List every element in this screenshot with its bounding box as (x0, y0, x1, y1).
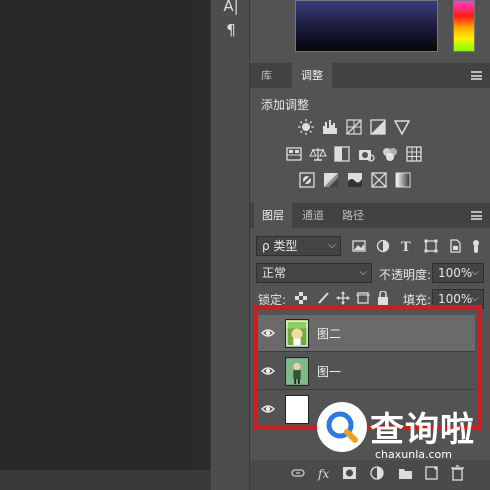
watermark-title: 查询啦 (370, 410, 475, 450)
adjustments-menu-icon[interactable] (471, 71, 482, 80)
character-icon-label: A| (223, 0, 239, 15)
fill-value: 100% (438, 292, 473, 306)
filter-smart-object-icon[interactable] (450, 239, 461, 253)
lock-move-icon[interactable] (336, 291, 350, 305)
filter-adjustment-icon[interactable] (376, 239, 390, 253)
adjustments-tabbar: 库 调整 (250, 63, 490, 88)
color-lookup-icon[interactable] (406, 146, 422, 162)
filter-type-icon[interactable]: T (401, 240, 411, 253)
blend-mode-value: 正常 (262, 266, 287, 280)
brightness-icon[interactable] (298, 119, 314, 135)
lock-all-icon[interactable] (378, 291, 388, 305)
opacity-label: 不透明度: (379, 268, 432, 282)
character-panel-icon[interactable]: A| (211, 0, 251, 15)
hue-saturation-icon[interactable] (286, 147, 302, 161)
layers-tabbar: 图层 通道 路径 (250, 203, 490, 228)
threshold-icon[interactable] (348, 173, 362, 187)
tab-paths[interactable]: 路径 (334, 203, 372, 228)
paragraph-icon-label: ¶ (226, 21, 236, 39)
paragraph-panel-icon[interactable]: ¶ (211, 21, 251, 39)
tab-channels-label: 通道 (302, 209, 324, 222)
exposure-icon[interactable] (370, 119, 386, 135)
link-layers-icon[interactable] (291, 469, 305, 477)
lock-icons (295, 291, 388, 305)
posterize-icon[interactable] (324, 173, 338, 187)
opacity-value: 100% (438, 266, 473, 280)
layer-mask-icon[interactable] (343, 467, 356, 479)
chevron-down-icon: ⌵ (359, 267, 367, 278)
tab-layers[interactable]: 图层 (254, 203, 292, 228)
svg-text:fx: fx (317, 467, 329, 481)
new-group-icon[interactable] (399, 469, 412, 479)
filter-kind-dropdown[interactable]: ρ 类型 ⌵ (256, 236, 341, 256)
opacity-field[interactable]: 100% ⌵ (432, 263, 484, 283)
filter-shape-icon[interactable] (424, 239, 438, 253)
lock-artboard-icon[interactable] (356, 292, 370, 304)
lock-transparent-icon[interactable] (295, 292, 307, 304)
adjustments-row-2 (286, 146, 422, 162)
chevron-down-icon: ⌵ (471, 267, 479, 278)
color-field[interactable] (295, 0, 438, 52)
layers-footer-icons: fx (291, 465, 464, 481)
tab-library-label: 库 (261, 69, 272, 82)
panel-dock-column: A| ¶ (210, 0, 250, 490)
chevron-down-icon: ⌵ (328, 240, 336, 251)
tab-library[interactable]: 库 (250, 63, 283, 88)
adjustments-row-1 (298, 119, 410, 135)
document-canvas[interactable] (0, 0, 193, 470)
filter-icons: T (352, 239, 479, 253)
new-adjustment-layer-icon[interactable] (370, 466, 384, 480)
color-balance-icon[interactable] (309, 148, 327, 161)
tab-adjustments[interactable]: 调整 (292, 63, 332, 88)
tab-adjustments-label: 调整 (301, 69, 323, 82)
new-layer-icon[interactable] (425, 466, 438, 480)
canvas-scroll-gutter[interactable] (193, 0, 210, 470)
filter-toggle-icon[interactable] (473, 240, 479, 253)
levels-icon[interactable] (323, 120, 337, 134)
gradient-map-icon[interactable] (395, 172, 411, 188)
filter-pixel-icon[interactable] (352, 240, 366, 252)
channel-mixer-icon[interactable] (383, 148, 397, 161)
tab-paths-label: 路径 (342, 209, 364, 222)
vibrance-icon[interactable] (393, 120, 410, 135)
watermark-url: chaxunla.com (375, 448, 452, 461)
tab-channels[interactable]: 通道 (294, 203, 332, 228)
hue-slider[interactable] (453, 0, 475, 52)
selective-color-icon[interactable] (371, 172, 387, 188)
adjustments-title: 添加调整 (261, 98, 310, 112)
photo-filter-icon[interactable] (359, 150, 375, 162)
invert-icon[interactable] (299, 172, 315, 188)
tab-layers-label: 图层 (262, 209, 284, 222)
lock-brush-icon[interactable] (318, 292, 329, 304)
watermark-logo (317, 402, 367, 452)
adjustments-row-3 (299, 172, 411, 188)
layers-menu-icon[interactable] (471, 211, 482, 220)
filter-kind-label: ρ 类型 (262, 239, 298, 253)
delete-layer-icon[interactable] (451, 465, 464, 481)
svg-text:T: T (401, 240, 411, 253)
layer-style-icon[interactable]: fx (317, 467, 329, 481)
blend-mode-dropdown[interactable]: 正常 ⌵ (256, 263, 372, 283)
curves-icon[interactable] (346, 119, 362, 135)
black-white-icon[interactable] (334, 146, 350, 162)
